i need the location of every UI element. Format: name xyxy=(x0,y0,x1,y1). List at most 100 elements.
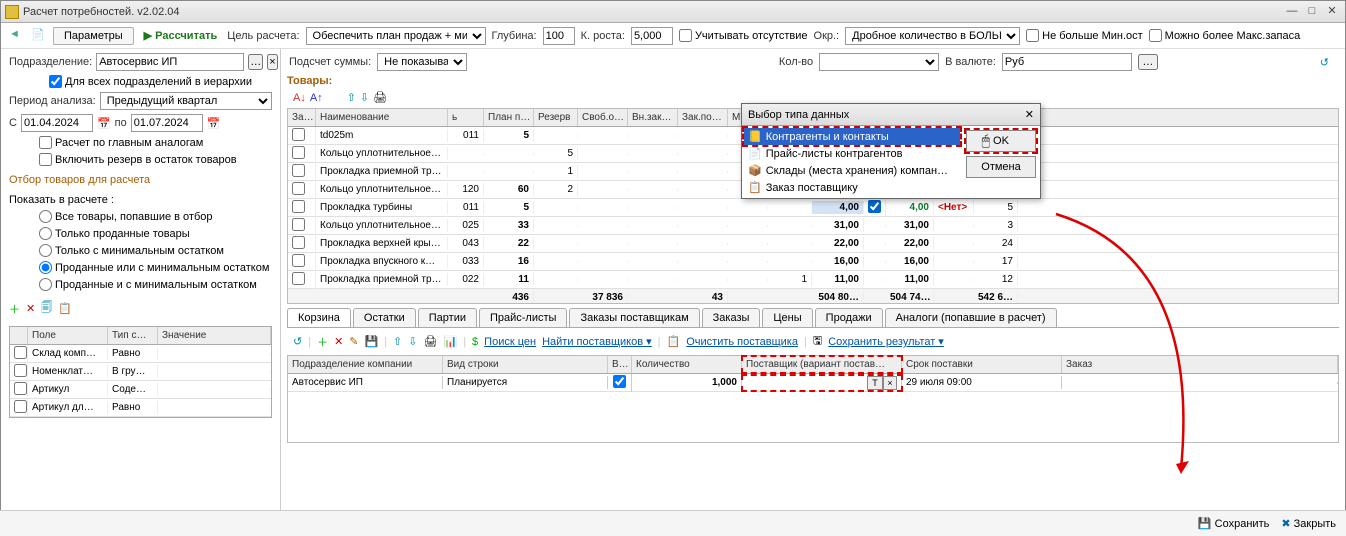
filter-add-icon[interactable]: ＋ xyxy=(9,301,20,317)
filter-row[interactable]: Номенклат…В гру… xyxy=(10,363,271,381)
tab-batches[interactable]: Партии xyxy=(418,308,477,327)
grid-col[interactable]: Резерв xyxy=(534,109,578,126)
refresh-icon[interactable]: ↺ xyxy=(1320,56,1329,69)
dialog-item-pricelists[interactable]: 📄 Прайс-листы контрагентов xyxy=(744,145,960,162)
tab-balances[interactable]: Остатки xyxy=(353,308,416,327)
radio-sold-and-min[interactable]: Проданные и с минимальным остатком xyxy=(39,278,272,291)
filter-col-type: Тип с… xyxy=(108,327,158,344)
dialog-cancel-button[interactable]: Отмена xyxy=(966,156,1036,178)
sum-select[interactable]: Не показыват xyxy=(377,53,467,71)
bcell-chk[interactable] xyxy=(608,374,632,392)
to-date[interactable] xyxy=(131,114,203,132)
tab-orders[interactable]: Заказы xyxy=(702,308,761,327)
filter-row[interactable]: АртикулСоде… xyxy=(10,381,271,399)
sort-za-icon[interactable]: A↑ xyxy=(310,92,323,104)
subdiv-input[interactable] xyxy=(96,53,244,71)
print-icon[interactable]: 🖨 xyxy=(373,91,387,104)
params-button[interactable]: Параметры xyxy=(53,27,134,45)
filter-row[interactable]: Склад комп…Равно xyxy=(10,345,271,363)
basket-del-icon[interactable]: ✕ xyxy=(334,335,343,348)
save-button[interactable]: 💾 Сохранить xyxy=(1198,517,1269,530)
close-button[interactable]: ✕ xyxy=(1323,5,1341,19)
basket-save-icon[interactable]: 💾 xyxy=(365,335,379,348)
tab-analogs[interactable]: Аналоги (попавшие в расчет) xyxy=(885,308,1057,327)
calc-button[interactable]: ▶ Рассчитать xyxy=(140,27,222,44)
subdiv-picker[interactable]: … xyxy=(248,54,263,70)
clear-supp-link[interactable]: Очистить поставщика xyxy=(686,336,798,348)
find-price-link[interactable]: Поиск цен xyxy=(484,336,536,348)
save-res-link[interactable]: Сохранить результат ▾ xyxy=(828,335,944,348)
tab-supp-orders[interactable]: Заказы поставщикам xyxy=(569,308,699,327)
basket-row[interactable]: Автосервис ИП Планируется 1,000 T × 29 и… xyxy=(288,374,1338,392)
filter-copy-icon[interactable]: 🗐 xyxy=(41,299,52,318)
minimize-button[interactable]: — xyxy=(1283,5,1301,19)
okr-select[interactable]: Дробное количество в БОЛЬШУ xyxy=(845,27,1020,45)
reserve-check[interactable]: Включить резерв в остаток товаров xyxy=(39,153,272,166)
dialog-item-warehouses[interactable]: 📦 Склады (места хранения) компан… xyxy=(744,162,960,179)
filter-paste-icon[interactable]: 📋 xyxy=(58,302,72,315)
supplier-picker-btn[interactable]: T xyxy=(867,376,883,390)
grid-col[interactable]: Зак.по… xyxy=(678,109,728,126)
basket-grid[interactable]: Подразделение компании Вид строки В… Кол… xyxy=(287,355,1339,443)
grid-row[interactable]: Прокладка приемной тр…02211111,0011,0012 xyxy=(288,271,1338,289)
all-subdiv-check[interactable]: Для всех подразделений в иерархии xyxy=(49,75,272,88)
close-button-bottom[interactable]: ✖ Закрыть xyxy=(1281,517,1336,530)
tab-price[interactable]: Цены xyxy=(762,308,812,327)
radio-sold-or-min[interactable]: Проданные или с минимальным остатком xyxy=(39,261,272,274)
grid-row[interactable]: Прокладка верхней кры…0432222,0022,0024 xyxy=(288,235,1338,253)
analog-check[interactable]: Расчет по главным аналогам xyxy=(39,136,272,149)
grid-col[interactable]: За… xyxy=(288,109,316,126)
move-down-icon[interactable]: ⇩ xyxy=(360,91,369,104)
more-max-check[interactable]: Можно более Макс.запаса xyxy=(1149,29,1301,42)
radio-all[interactable]: Все товары, попавшие в отбор xyxy=(39,210,272,223)
filter-del-icon[interactable]: ✕ xyxy=(26,302,35,315)
supplier-clear-btn[interactable]: × xyxy=(883,376,897,390)
grid-col[interactable]: Наименование xyxy=(316,109,448,126)
dialog-item-order[interactable]: 📋 Заказ поставщику xyxy=(744,179,960,196)
help-icon[interactable]: 📄 xyxy=(31,28,47,44)
nomore-min-check[interactable]: Не больше Мин.ост xyxy=(1026,29,1143,42)
grid-col[interactable]: Своб.о… xyxy=(578,109,628,126)
dialog-list: 📒 Контрагенты и контакты 📄 Прайс-листы к… xyxy=(742,126,962,198)
basket-up-icon[interactable]: ⇧ xyxy=(393,335,402,348)
basket-add-icon[interactable]: ＋ xyxy=(317,334,328,350)
move-up-icon[interactable]: ⇧ xyxy=(347,91,356,104)
maximize-button[interactable]: □ xyxy=(1303,5,1321,19)
bcell-supplier[interactable]: T × xyxy=(742,375,902,391)
back-icon[interactable]: ◄ xyxy=(9,28,25,44)
cal-icon-to[interactable]: 📅 xyxy=(207,117,221,130)
period-select[interactable]: Предыдущий квартал xyxy=(100,92,272,110)
absence-check[interactable]: Учитывать отсутствие xyxy=(679,29,808,42)
radio-sold[interactable]: Только проданные товары xyxy=(39,227,272,240)
tab-prices[interactable]: Прайс-листы xyxy=(479,308,567,327)
tab-basket[interactable]: Корзина xyxy=(287,308,351,327)
basket-down-icon[interactable]: ⇩ xyxy=(408,335,417,348)
grid-row[interactable]: Прокладка турбины01154,004,00<Нет>5 xyxy=(288,199,1338,217)
curr-picker[interactable]: … xyxy=(1138,54,1158,70)
sort-az-icon[interactable]: A↓ xyxy=(293,92,306,104)
grid-col[interactable]: План п… xyxy=(484,109,534,126)
k-input[interactable] xyxy=(631,27,673,45)
basket-edit-icon[interactable]: ✎ xyxy=(349,335,358,348)
subdiv-clear[interactable]: × xyxy=(267,54,277,70)
radio-min[interactable]: Только с минимальным остатком xyxy=(39,244,272,257)
find-supp-link[interactable]: Найти поставщиков ▾ xyxy=(542,335,652,348)
tab-sales[interactable]: Продажи xyxy=(815,308,883,327)
qty-select[interactable] xyxy=(819,53,939,71)
grid-row[interactable]: Кольцо уплотнительное…0253331,0031,003 xyxy=(288,217,1338,235)
basket-ref-icon[interactable]: ↺ xyxy=(293,335,302,348)
grid-col[interactable]: ь xyxy=(448,109,484,126)
dialog-ok-button[interactable]: OK xyxy=(966,130,1036,152)
depth-input[interactable] xyxy=(543,27,575,45)
curr-input[interactable] xyxy=(1002,53,1132,71)
basket-print-icon[interactable]: 🖨 xyxy=(424,335,438,348)
from-date[interactable] xyxy=(21,114,93,132)
filter-row[interactable]: Артикул дл…Равно xyxy=(10,399,271,417)
basket-excel-icon[interactable]: 📊 xyxy=(443,335,457,348)
goal-select[interactable]: Обеспечить план продаж + мин.о xyxy=(306,27,486,45)
grid-row[interactable]: Прокладка впускного к…0331616,0016,0017 xyxy=(288,253,1338,271)
grid-col[interactable]: Вн.зак… xyxy=(628,109,678,126)
dialog-item-contractors[interactable]: 📒 Контрагенты и контакты xyxy=(744,128,960,145)
cal-icon-from[interactable]: 📅 xyxy=(97,117,111,130)
dialog-close-icon[interactable]: ✕ xyxy=(1025,108,1034,121)
